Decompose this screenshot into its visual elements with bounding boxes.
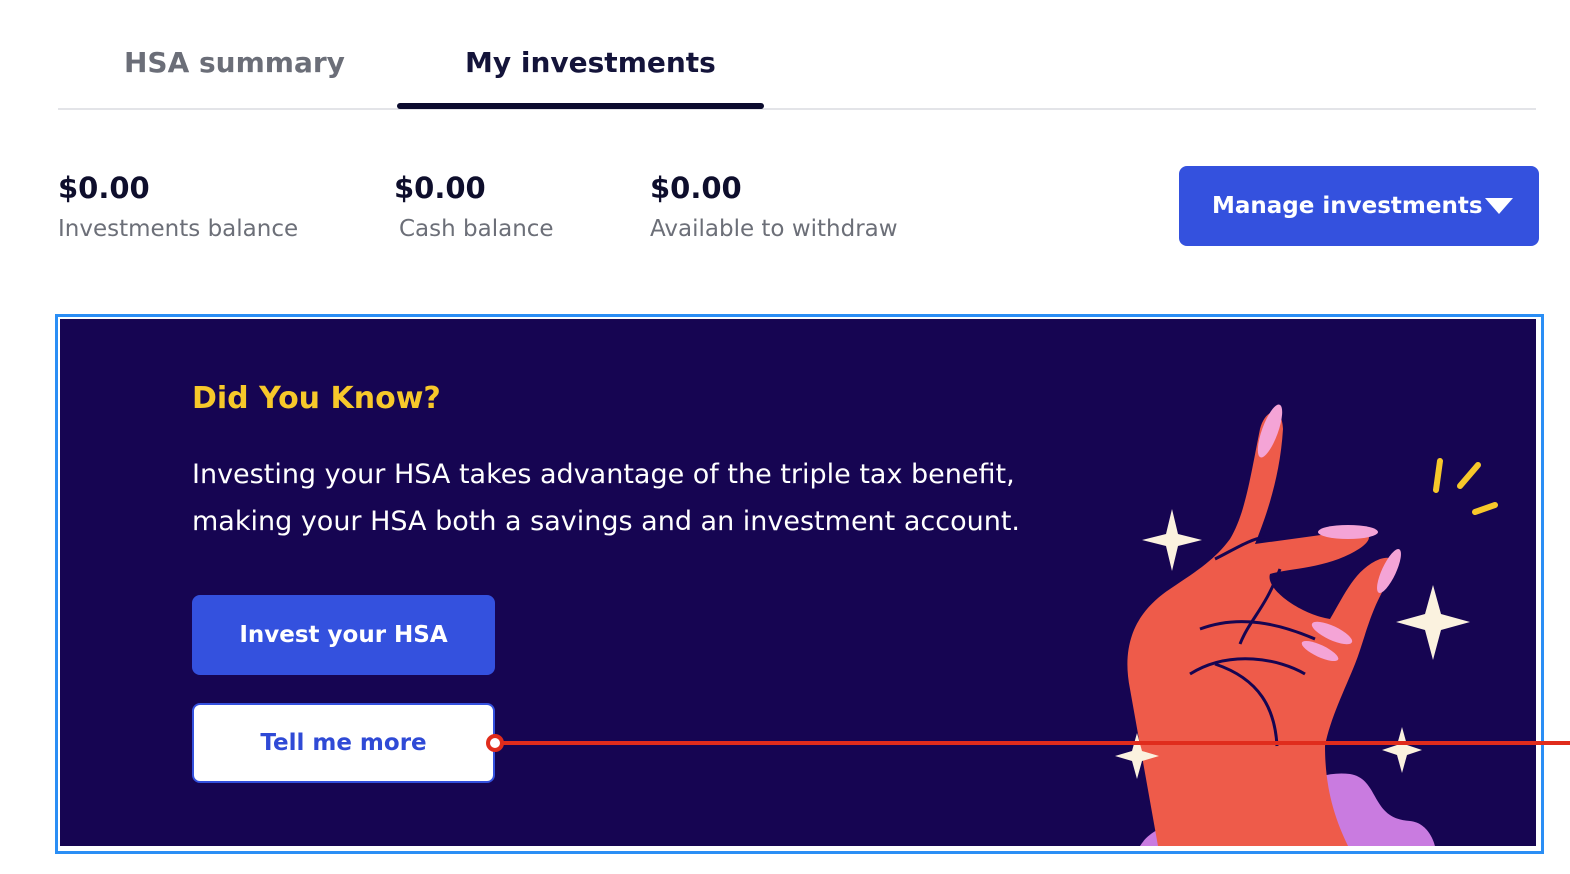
tab-hsa-summary[interactable]: HSA summary xyxy=(124,40,345,86)
investments-balance-label: Investments balance xyxy=(58,216,299,242)
investments-balance-amount: $0.00 xyxy=(58,171,150,205)
tab-bar-divider xyxy=(58,108,1536,110)
did-you-know-banner: Did You Know? Investing your HSA takes a… xyxy=(60,319,1536,846)
hand-snap-illustration xyxy=(1115,404,1498,846)
caret-down-icon xyxy=(1485,198,1513,214)
available-to-withdraw-label: Available to withdraw xyxy=(650,216,898,242)
cash-balance: $0.00 Cash balance xyxy=(394,168,554,244)
available-to-withdraw: $0.00 Available to withdraw xyxy=(650,168,898,244)
tab-bar: HSA summary My investments xyxy=(58,0,1536,110)
promo-body-text: Investing your HSA takes advantage of th… xyxy=(192,459,1020,537)
active-tab-indicator xyxy=(397,103,764,109)
tell-me-more-button[interactable]: Tell me more xyxy=(192,703,495,783)
promo-heading: Did You Know? xyxy=(192,381,441,416)
available-to-withdraw-amount: $0.00 xyxy=(650,171,742,205)
manage-investments-label: Manage investments xyxy=(1212,193,1483,219)
cash-balance-label: Cash balance xyxy=(399,216,554,242)
invest-your-hsa-button[interactable]: Invest your HSA xyxy=(192,595,495,675)
investments-balance: $0.00 Investments balance xyxy=(58,168,298,244)
tab-my-investments[interactable]: My investments xyxy=(465,40,716,86)
cash-balance-amount: $0.00 xyxy=(394,171,486,205)
manage-investments-button[interactable]: Manage investments xyxy=(1179,166,1539,246)
